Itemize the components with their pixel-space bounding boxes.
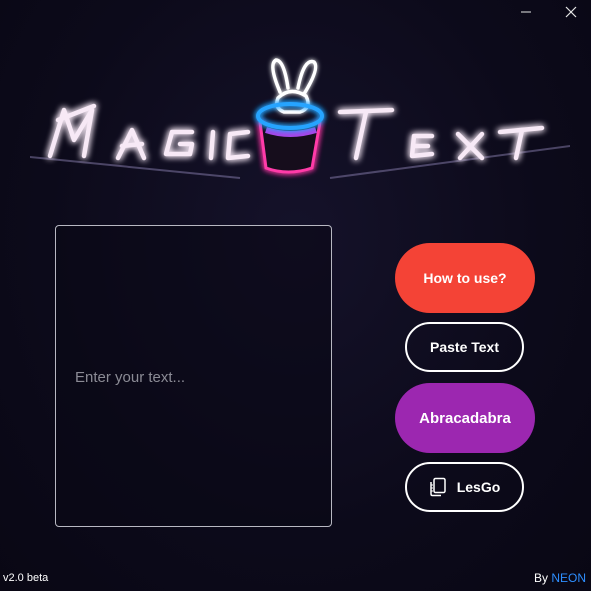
text-input-area[interactable]: Enter your text... <box>55 225 332 527</box>
lesgo-button[interactable]: LesGo <box>405 462 524 512</box>
how-to-use-label: How to use? <box>423 270 507 286</box>
abracadabra-button[interactable]: Abracadabra <box>395 383 535 453</box>
logo-text-magic <box>47 103 251 161</box>
paste-text-button[interactable]: Paste Text <box>405 322 524 372</box>
credit-by: By <box>533 571 552 585</box>
author-name: NEON <box>551 571 586 585</box>
paste-text-label: Paste Text <box>430 339 499 355</box>
magic-text-logo <box>30 58 570 179</box>
app-window: Enter your text... How to use? Paste Tex… <box>0 0 591 591</box>
copy-icon <box>429 477 447 497</box>
close-icon <box>565 6 577 18</box>
lesgo-label: LesGo <box>456 479 501 495</box>
minimize-button[interactable] <box>503 0 549 24</box>
text-input-placeholder: Enter your text... <box>75 369 186 386</box>
close-button[interactable] <box>548 0 591 24</box>
logo-text-text <box>337 107 545 161</box>
author-credit: By NEON <box>534 571 586 585</box>
version-label: v2.0 beta <box>3 572 49 584</box>
how-to-use-button[interactable]: How to use? <box>395 243 535 313</box>
abracadabra-label: Abracadabra <box>419 409 511 427</box>
minimize-icon <box>521 11 531 13</box>
bunny-in-hat-icon <box>256 58 324 174</box>
